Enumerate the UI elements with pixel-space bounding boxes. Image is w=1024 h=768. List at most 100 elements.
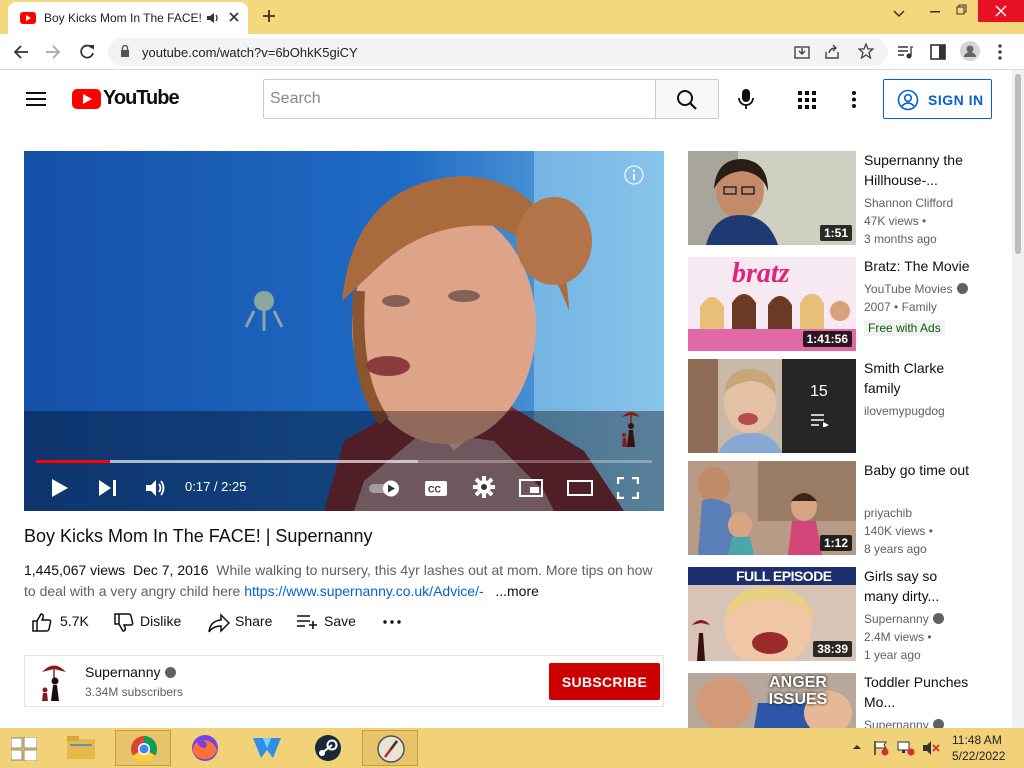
side-panel-icon[interactable] [930, 44, 946, 60]
time-display: 0:17 / 2:25 [185, 479, 247, 494]
address-bar[interactable]: youtube.com/watch?v=6bOhkK5giCY [108, 38, 888, 66]
rec-channel[interactable]: ilovemypugdog [864, 402, 945, 420]
show-more-link[interactable]: ...more [495, 583, 539, 599]
settings-more-icon[interactable] [852, 91, 856, 108]
save-button[interactable]: Save [324, 613, 356, 629]
volume-muted-icon[interactable] [922, 740, 940, 756]
recommendation-item[interactable]: 1:51 Supernanny the Hillhouse-... Shanno… [688, 150, 988, 246]
rec-channel[interactable]: Supernanny [864, 716, 944, 728]
scrollbar-thumb[interactable] [1015, 74, 1021, 254]
audio-playing-icon[interactable] [206, 12, 220, 24]
search-button[interactable] [655, 79, 719, 119]
tray-expand-icon[interactable] [852, 744, 862, 750]
page-scrollbar[interactable] [1012, 70, 1024, 728]
bookmark-star-icon[interactable] [858, 43, 874, 59]
rec-title[interactable]: Toddler Punches Mo... [864, 673, 974, 712]
share-icon[interactable] [824, 44, 840, 60]
browser-tab[interactable]: Boy Kicks Mom In The FACE! | Supernanny … [8, 2, 248, 34]
back-arrow-icon[interactable] [13, 44, 29, 60]
share-arrow-icon[interactable] [208, 613, 230, 633]
subscribe-label: SUBSCRIBE [561, 674, 648, 690]
youtube-wordmark[interactable]: YouTube [103, 87, 180, 110]
play-icon[interactable] [51, 478, 69, 498]
restore-icon[interactable] [956, 4, 968, 16]
rec-title[interactable]: Baby go time out [864, 460, 974, 480]
search-input[interactable] [263, 79, 656, 119]
rec-title[interactable]: Girls say so many dirty... [864, 566, 974, 606]
share-button[interactable]: Share [235, 613, 272, 629]
chrome-taskbar-icon[interactable] [115, 730, 171, 766]
profile-avatar-icon[interactable] [960, 41, 980, 61]
rec-channel[interactable]: Shannon Clifford [864, 194, 953, 212]
video-thumbnail[interactable]: 1:12 [688, 461, 856, 555]
save-playlist-icon[interactable] [296, 614, 318, 630]
channel-name[interactable]: Supernanny [85, 664, 176, 680]
like-count[interactable]: 5.7K [60, 613, 89, 629]
recommendation-item[interactable]: 15 Smith Clarke family ilovemypugdog [688, 359, 988, 453]
firefox-taskbar-icon[interactable] [177, 730, 233, 766]
apps-grid-icon[interactable] [798, 91, 816, 109]
thumbnail-text: bratz [732, 258, 790, 289]
dislike-icon[interactable] [114, 613, 134, 633]
reload-icon[interactable] [78, 43, 96, 61]
steam-taskbar-icon[interactable] [300, 730, 356, 766]
progress-bar[interactable] [36, 460, 652, 463]
minimize-icon[interactable] [930, 10, 942, 14]
next-video-icon[interactable] [98, 479, 118, 497]
rec-title[interactable]: Smith Clarke family [864, 358, 974, 398]
video-player[interactable]: 0:17 / 2:25 CC [24, 151, 664, 511]
video-description[interactable]: 1,445,067 views Dec 7, 2016 While walkin… [24, 560, 656, 602]
rec-channel[interactable]: Supernanny [864, 610, 944, 628]
tab-title: Boy Kicks Mom In The FACE! | Supernanny … [44, 11, 204, 25]
file-explorer-taskbar-icon[interactable] [53, 730, 109, 766]
video-thumbnail[interactable]: bratz 1:41:56 [688, 257, 856, 351]
autoplay-toggle-icon[interactable] [368, 478, 402, 498]
recommendation-item[interactable]: 1:12 Baby go time out priyachib 140K vie… [688, 460, 988, 556]
description-link[interactable]: https://www.supernanny.co.uk/Advice/- [244, 583, 483, 599]
windows-taskbar: 11:48 AM 5/22/2022 [0, 728, 1024, 768]
recommendation-item[interactable]: bratz 1:41:56 Bratz: The Movie YouTube M… [688, 257, 988, 351]
windows-start-icon[interactable] [11, 737, 37, 761]
captions-icon[interactable]: CC [424, 478, 448, 498]
like-icon[interactable] [32, 612, 52, 632]
clock-time[interactable]: 11:48 AM [952, 733, 1002, 747]
install-app-icon[interactable] [794, 44, 810, 60]
rec-title[interactable]: Bratz: The Movie [864, 256, 984, 276]
settings-gear-icon[interactable] [473, 476, 495, 498]
info-icon[interactable] [624, 165, 644, 185]
lock-icon[interactable] [120, 45, 130, 58]
network-icon[interactable] [897, 740, 915, 756]
video-thumbnail[interactable]: FULL EPISODE 38:39 [688, 567, 856, 661]
youtube-logo-icon[interactable] [72, 89, 101, 109]
app-active-taskbar-icon[interactable] [362, 730, 418, 766]
new-tab-icon[interactable] [262, 9, 276, 23]
video-thumbnail[interactable]: ANGER ISSUES [688, 673, 856, 728]
subscribe-button[interactable]: SUBSCRIBE [549, 663, 660, 700]
miniplayer-icon[interactable] [519, 478, 543, 498]
channel-avatar[interactable] [39, 662, 69, 702]
playlist-thumbnail[interactable]: 15 [688, 359, 856, 453]
recommendation-item[interactable]: FULL EPISODE 38:39 Girls say so many dir… [688, 566, 988, 662]
more-actions-icon[interactable] [383, 620, 401, 624]
volume-icon[interactable] [145, 478, 167, 498]
rec-channel[interactable]: priyachib [864, 504, 912, 522]
tab-close-icon[interactable] [228, 11, 240, 23]
forward-arrow-icon[interactable] [45, 44, 61, 60]
tab-search-chevron-icon[interactable] [893, 10, 905, 18]
recommendation-item[interactable]: ANGER ISSUES Toddler Punches Mo... Super… [688, 673, 988, 728]
guide-menu-icon[interactable] [26, 91, 46, 107]
rec-channel[interactable]: YouTube Movies [864, 280, 968, 298]
theater-mode-icon[interactable] [567, 478, 593, 498]
media-controls-icon[interactable] [897, 44, 913, 60]
browser-menu-icon[interactable] [998, 44, 1002, 60]
dislike-button[interactable]: Dislike [140, 613, 181, 629]
app-taskbar-icon[interactable] [239, 730, 295, 766]
clock-date[interactable]: 5/22/2022 [952, 749, 1005, 763]
rec-title[interactable]: Supernanny the Hillhouse-... [864, 150, 974, 190]
fullscreen-icon[interactable] [617, 477, 639, 499]
flag-notification-icon[interactable] [873, 740, 889, 756]
microphone-icon[interactable] [738, 88, 754, 110]
window-close-button[interactable] [978, 0, 1024, 22]
video-thumbnail[interactable]: 1:51 [688, 151, 856, 245]
sign-in-button[interactable]: SIGN IN [883, 79, 992, 119]
